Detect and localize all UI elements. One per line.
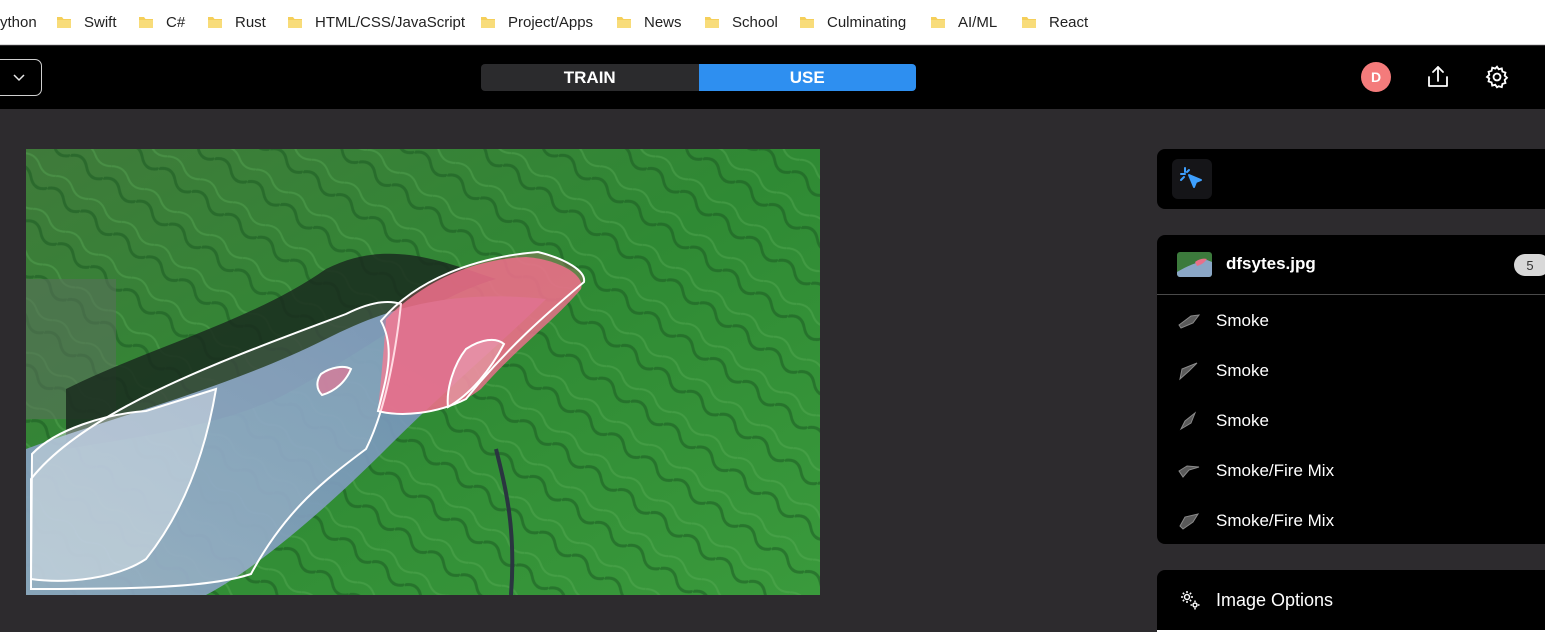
chevron-down-icon: [13, 73, 25, 81]
app-header: TRAIN USE D: [0, 46, 1545, 109]
bookmarks-bar: ython Swift C# Rust HTML/CSS/JavaScript …: [0, 0, 1545, 45]
bookmark-label: Rust: [235, 13, 266, 31]
annotation-item[interactable]: Smoke: [1157, 296, 1545, 346]
polygon-shape-icon: [1178, 314, 1201, 329]
folder-icon: [481, 17, 495, 28]
image-options-button[interactable]: Image Options: [1157, 570, 1545, 632]
bookmark-project-apps[interactable]: Project/Apps: [480, 0, 593, 44]
bookmark-label: HTML/CSS/JavaScript: [315, 13, 466, 31]
bookmark-label: School: [732, 13, 778, 31]
image-options-label: Image Options: [1216, 590, 1334, 610]
bookmark-ai-ml[interactable]: AI/ML: [930, 0, 997, 44]
satellite-image: [26, 149, 820, 595]
folder-icon: [208, 17, 222, 28]
bookmark-label: News: [644, 13, 682, 31]
file-thumbnail: [1177, 252, 1212, 277]
gears-icon: [1181, 591, 1200, 610]
tool-panel: [1157, 149, 1545, 209]
polygon-shape-icon: [1179, 362, 1198, 381]
sparkle-cursor-icon: [1180, 167, 1202, 188]
project-dropdown-button[interactable]: [0, 59, 42, 96]
polygon-shape-icon: [1179, 411, 1197, 431]
mode-train-button[interactable]: TRAIN: [481, 64, 699, 91]
annotation-item[interactable]: Smoke/Fire Mix: [1157, 446, 1545, 496]
mode-use-button[interactable]: USE: [698, 64, 916, 91]
bookmark-label: Culminating: [827, 13, 907, 31]
annotation-label: Smoke: [1216, 311, 1269, 330]
annotation-item[interactable]: Smoke: [1157, 346, 1545, 396]
bookmark-csharp[interactable]: C#: [138, 0, 185, 44]
folder-icon: [57, 17, 71, 28]
bookmark-label: ython: [0, 13, 37, 31]
annotation-item[interactable]: Smoke: [1157, 396, 1545, 446]
bookmark-news[interactable]: News: [616, 0, 682, 44]
bookmark-react[interactable]: React: [1021, 0, 1088, 44]
annotation-label: Smoke: [1216, 361, 1269, 380]
file-header[interactable]: dfsytes.jpg 5: [1157, 235, 1545, 295]
bookmark-python[interactable]: ython: [0, 0, 37, 44]
annotations-panel: dfsytes.jpg 5 Smoke Smoke Smoke Smoke/Fi…: [1157, 235, 1545, 544]
folder-icon: [1022, 17, 1036, 28]
settings-button[interactable]: [1482, 62, 1512, 92]
mode-toggle: TRAIN USE: [481, 64, 916, 91]
folder-icon: [288, 17, 302, 28]
bookmark-html-css-js[interactable]: HTML/CSS/JavaScript: [287, 0, 465, 44]
bookmark-swift[interactable]: Swift: [56, 0, 117, 44]
avatar[interactable]: D: [1361, 62, 1391, 92]
polygon-shape-icon: [1178, 465, 1200, 478]
bookmark-label: AI/ML: [958, 13, 998, 31]
annotation-label: Smoke: [1216, 411, 1269, 430]
folder-icon: [931, 17, 945, 28]
share-button[interactable]: [1423, 62, 1453, 92]
bookmark-rust[interactable]: Rust: [207, 0, 266, 44]
annotation-count-badge: 5: [1514, 254, 1545, 276]
folder-icon: [139, 17, 153, 28]
annotation-label: Smoke/Fire Mix: [1216, 461, 1335, 480]
folder-icon: [800, 17, 814, 28]
annotation-item[interactable]: Smoke/Fire Mix: [1157, 496, 1545, 544]
bookmark-culminating[interactable]: Culminating: [799, 0, 906, 44]
bookmark-label: Swift: [84, 13, 117, 31]
folder-icon: [617, 17, 631, 28]
smart-select-tool-button[interactable]: [1172, 159, 1212, 199]
bookmark-label: React: [1049, 13, 1089, 31]
bookmark-label: C#: [166, 13, 186, 31]
folder-icon: [705, 17, 719, 28]
share-upload-icon: [1428, 66, 1448, 87]
bookmark-label: Project/Apps: [508, 13, 594, 31]
image-canvas[interactable]: [26, 149, 820, 595]
polygon-shape-icon: [1179, 513, 1200, 530]
annotation-label: Smoke/Fire Mix: [1216, 511, 1335, 530]
gear-icon: [1485, 65, 1509, 89]
file-name: dfsytes.jpg: [1226, 254, 1316, 273]
bookmark-school[interactable]: School: [704, 0, 778, 44]
